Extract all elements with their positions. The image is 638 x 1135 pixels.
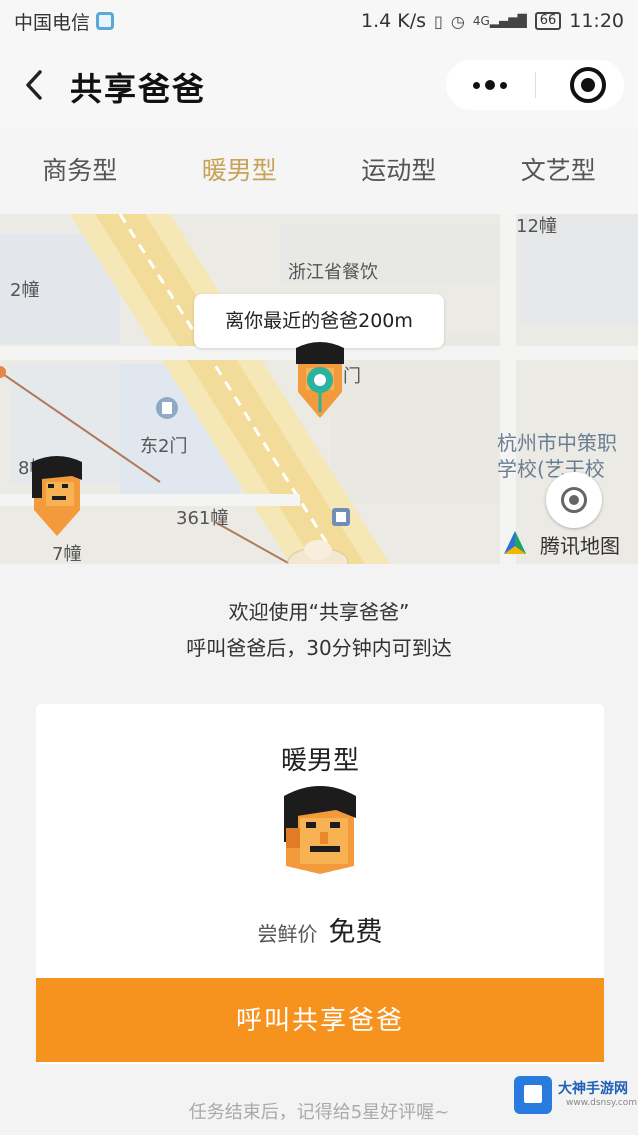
status-bar: 中国电信 1.4 K/s ▯ ◷ 4G▂▄▆█ 66 11:20 <box>0 0 638 42</box>
network-speed: 1.4 K/s <box>361 10 427 32</box>
price-value: 免费 <box>328 917 383 948</box>
clock: 11:20 <box>569 10 624 32</box>
tencent-map-logo-icon <box>504 531 526 554</box>
welcome-message: 欢迎使用“共享爸爸” 呼叫爸爸后，30分钟内可到达 <box>0 594 638 666</box>
page-title: 共享爸爸 <box>70 70 207 108</box>
locate-me-button[interactable] <box>546 472 602 528</box>
dad-avatar-icon <box>284 786 356 874</box>
navigation-bar: 共享爸爸 <box>0 42 638 128</box>
watermark-title: 大神手游网 <box>558 1081 628 1097</box>
map-label-building-7: 7幢 <box>52 544 82 564</box>
carrier-icon <box>96 12 115 30</box>
call-dad-button[interactable]: 呼叫共享爸爸 <box>36 978 604 1062</box>
carrier-label: 中国电信 <box>14 11 91 34</box>
watermark-logo-icon <box>514 1076 552 1114</box>
network-type: 4G <box>472 14 490 28</box>
signal-icon: 4G▂▄▆█ <box>472 14 527 28</box>
close-miniprogram-icon[interactable] <box>570 67 606 103</box>
type-tabs: 商务型 暖男型 运动型 文艺型 <box>0 128 638 214</box>
tab-sporty[interactable]: 运动型 <box>319 128 479 214</box>
tab-business[interactable]: 商务型 <box>0 128 160 214</box>
map-label-building-2: 2幢 <box>10 280 40 301</box>
watermark-url: www.dsnsy.com <box>566 1098 638 1108</box>
battery-level: 66 <box>539 13 557 28</box>
card-type-name: 暖男型 <box>280 746 359 776</box>
back-arrow-icon[interactable] <box>18 66 52 104</box>
more-options-icon[interactable] <box>446 60 534 110</box>
price-label: 尝鲜价 <box>257 922 318 946</box>
vibrate-icon: ▯ <box>434 11 443 31</box>
map-label-east-gate-2: 东2门 <box>140 436 188 457</box>
watermark: 大神手游网 www.dsnsy.com <box>510 1072 637 1122</box>
map-label-building-12: 12幢 <box>516 216 557 237</box>
price-row: 尝鲜价 免费 <box>36 910 604 949</box>
dad-marker-nearest[interactable] <box>292 338 348 420</box>
dad-marker-left[interactable] <box>28 454 86 538</box>
capsule-divider <box>535 72 536 98</box>
alarm-icon: ◷ <box>450 11 465 31</box>
battery-icon: 66 <box>534 12 562 30</box>
map-label-school-line1: 杭州市中策职 <box>497 431 617 455</box>
user-location-icon <box>287 540 349 564</box>
map-label-building-361: 361幢 <box>176 508 229 529</box>
tab-artsy[interactable]: 文艺型 <box>479 128 638 214</box>
welcome-line-2: 呼叫爸爸后，30分钟内可到达 <box>186 636 452 660</box>
map-provider-label: 腾讯地图 <box>540 534 620 558</box>
mini-program-capsule <box>446 60 624 110</box>
welcome-line-1: 欢迎使用“共享爸爸” <box>228 600 410 624</box>
map-label-restaurant: 浙江省餐饮 <box>288 262 378 283</box>
tab-warm-guy[interactable]: 暖男型 <box>160 128 320 214</box>
map-view[interactable]: 12幢 2幢 浙江省餐饮 东2门 8幢 361幢 7幢 门 杭州市中策职 学校(… <box>0 214 638 564</box>
